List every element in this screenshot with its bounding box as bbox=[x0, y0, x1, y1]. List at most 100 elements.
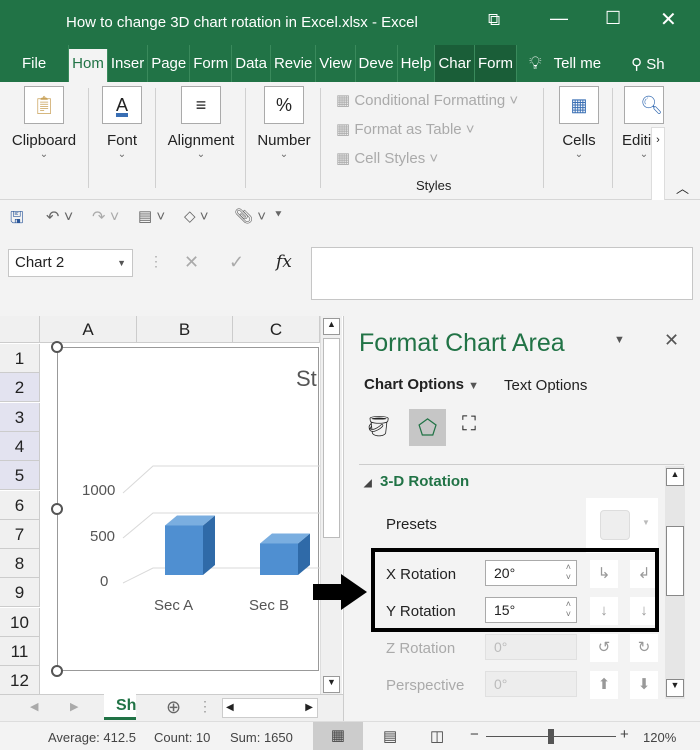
add-sheet-icon[interactable]: ⊕ bbox=[166, 697, 181, 718]
section-3d-rotation[interactable]: ◢ 3-D Rotation bbox=[364, 473, 469, 490]
pane-scrollbar[interactable]: ▲ ▼ bbox=[665, 466, 685, 699]
column-header-a[interactable]: A bbox=[40, 316, 137, 343]
cells-group[interactable]: ▦ Cells ⌄ bbox=[556, 86, 602, 160]
ribbon-display-icon[interactable]: ⧉ bbox=[488, 10, 500, 30]
bar-front[interactable] bbox=[260, 543, 298, 576]
bar-front[interactable] bbox=[165, 525, 203, 576]
name-box[interactable]: Chart 2 ▼ bbox=[8, 249, 133, 277]
bar-side[interactable] bbox=[203, 515, 215, 576]
row-header[interactable]: 2 bbox=[0, 373, 40, 403]
tab-file[interactable]: File bbox=[0, 45, 70, 82]
horizontal-scrollbar[interactable]: ◀ ▶ bbox=[222, 698, 318, 718]
tab-chart-design[interactable]: Char bbox=[435, 45, 475, 82]
tab-data[interactable]: Data bbox=[232, 45, 271, 82]
zoom-level[interactable]: 120% bbox=[643, 730, 676, 745]
scroll-down-button[interactable]: ▼ bbox=[666, 679, 684, 697]
zoom-in-button[interactable]: + bbox=[620, 726, 629, 743]
z-rotation-input[interactable]: 0° bbox=[485, 634, 577, 660]
widen-field-button[interactable]: ⬇ bbox=[630, 671, 658, 699]
shapes-icon[interactable]: ◇ ˅ bbox=[184, 207, 208, 225]
row-header[interactable]: 6 bbox=[0, 490, 40, 520]
formula-input[interactable] bbox=[311, 247, 693, 300]
undo-icon[interactable]: ↶ ˅ bbox=[46, 207, 73, 227]
page-layout-view-button[interactable]: ▤ bbox=[383, 727, 397, 745]
zoom-out-button[interactable]: − bbox=[470, 726, 479, 743]
row-header[interactable]: 1 bbox=[0, 344, 40, 373]
vertical-scrollbar[interactable]: ▲ ▼ bbox=[320, 316, 342, 694]
resize-handle[interactable] bbox=[51, 665, 63, 677]
row-header[interactable]: 11 bbox=[0, 637, 40, 666]
cancel-icon[interactable]: ✕ bbox=[184, 252, 199, 273]
collapse-ribbon-icon[interactable]: ︿ bbox=[676, 178, 689, 197]
attach-icon[interactable]: 📎︎ ˅ bbox=[234, 207, 266, 225]
cell-styles-button[interactable]: ▦ Cell Styles ˅ bbox=[336, 149, 438, 167]
resize-handle[interactable] bbox=[51, 341, 63, 353]
presets-dropdown[interactable]: ▼ bbox=[586, 498, 658, 553]
tab-view[interactable]: View bbox=[316, 45, 356, 82]
row-header[interactable]: 3 bbox=[0, 402, 40, 432]
tab-formulas[interactable]: Form bbox=[190, 45, 233, 82]
print-preview-icon[interactable]: ▤ ˅ bbox=[138, 207, 165, 225]
resize-handle[interactable] bbox=[51, 503, 63, 515]
scroll-up-button[interactable]: ▲ bbox=[323, 318, 340, 335]
rotate-clockwise-button[interactable]: ↻ bbox=[630, 634, 658, 662]
fill-line-icon[interactable]: 🪣︎ bbox=[366, 414, 391, 439]
size-properties-icon[interactable]: ⛶ bbox=[462, 413, 476, 436]
zoom-slider-thumb[interactable] bbox=[548, 729, 554, 744]
normal-view-button[interactable]: ▦ bbox=[313, 722, 363, 750]
tab-review[interactable]: Revie bbox=[271, 45, 317, 82]
tab-page-layout[interactable]: Page bbox=[148, 45, 191, 82]
column-header-c[interactable]: C bbox=[233, 316, 320, 343]
scroll-down-button[interactable]: ▼ bbox=[323, 676, 340, 693]
tab-format[interactable]: Form bbox=[474, 45, 517, 82]
close-icon[interactable]: ✕ bbox=[664, 330, 679, 351]
prev-sheet-icon[interactable]: ◀ bbox=[30, 700, 38, 713]
font-group[interactable]: A Font ⌄ bbox=[96, 86, 148, 160]
tab-developer[interactable]: Deve bbox=[356, 45, 398, 82]
format-as-table-button[interactable]: ▦ Format as Table ˅ bbox=[336, 120, 475, 138]
select-all-button[interactable] bbox=[0, 316, 40, 343]
scroll-up-button[interactable]: ▲ bbox=[666, 468, 684, 486]
conditional-formatting-button[interactable]: ▦ Conditional Formatting ˅ bbox=[336, 91, 518, 109]
chart-area[interactable]: St 1000 500 0 Sec A Sec B bbox=[57, 347, 320, 671]
divider-handle[interactable]: ⋮ bbox=[198, 698, 212, 715]
redo-icon[interactable]: ↷ ˅ bbox=[92, 207, 119, 227]
row-header[interactable]: 5 bbox=[0, 461, 40, 491]
row-header[interactable]: 12 bbox=[0, 666, 40, 696]
tab-text-options[interactable]: Text Options bbox=[504, 377, 587, 394]
narrow-field-button[interactable]: ⬆ bbox=[590, 671, 618, 699]
customize-qat-icon[interactable]: ⯆ bbox=[274, 209, 283, 222]
number-group[interactable]: % Number ⌄ bbox=[254, 86, 314, 160]
tab-home[interactable]: Hom bbox=[69, 49, 108, 82]
perspective-input[interactable]: 0° bbox=[485, 671, 577, 697]
formula-bar-resize[interactable]: ⋮ bbox=[149, 253, 163, 270]
scroll-thumb[interactable] bbox=[666, 526, 684, 596]
save-icon[interactable]: 🖫︎ bbox=[10, 207, 24, 234]
clipboard-group[interactable]: 📋︎ Clipboard ⌄ bbox=[8, 86, 80, 160]
column-header-b[interactable]: B bbox=[137, 316, 233, 343]
tab-chart-options[interactable]: Chart Options ▼ bbox=[364, 376, 479, 393]
alignment-group[interactable]: ≡ Alignment ⌄ bbox=[163, 86, 239, 160]
row-header[interactable]: 9 bbox=[0, 578, 40, 608]
tab-help[interactable]: Help bbox=[398, 45, 436, 82]
row-header[interactable]: 4 bbox=[0, 431, 40, 461]
scroll-thumb[interactable] bbox=[323, 338, 340, 538]
tell-me-search[interactable]: Tell me bbox=[554, 55, 602, 72]
share-button[interactable]: ⚲ Sh bbox=[631, 55, 665, 73]
insert-function-icon[interactable]: fx bbox=[276, 252, 292, 272]
close-button[interactable]: ✕ bbox=[660, 7, 677, 32]
ribbon-scroll-right[interactable]: › bbox=[651, 127, 665, 202]
sheet-tab[interactable]: Sh bbox=[104, 694, 136, 720]
row-header[interactable]: 10 bbox=[0, 607, 40, 637]
row-header[interactable]: 8 bbox=[0, 549, 40, 579]
maximize-button[interactable]: ☐ bbox=[605, 8, 621, 29]
minimize-button[interactable]: — bbox=[550, 8, 568, 29]
tab-insert[interactable]: Inser bbox=[108, 45, 149, 82]
rotate-counterclockwise-button[interactable]: ↺ bbox=[590, 634, 618, 662]
effects-icon[interactable]: ⬠ bbox=[409, 409, 446, 446]
row-header[interactable]: 7 bbox=[0, 519, 40, 549]
pane-options-icon[interactable]: ▼ bbox=[614, 334, 625, 346]
enter-icon[interactable]: ✓ bbox=[229, 252, 244, 273]
page-break-view-button[interactable]: ◫ bbox=[430, 727, 444, 745]
next-sheet-icon[interactable]: ▶ bbox=[70, 700, 78, 713]
